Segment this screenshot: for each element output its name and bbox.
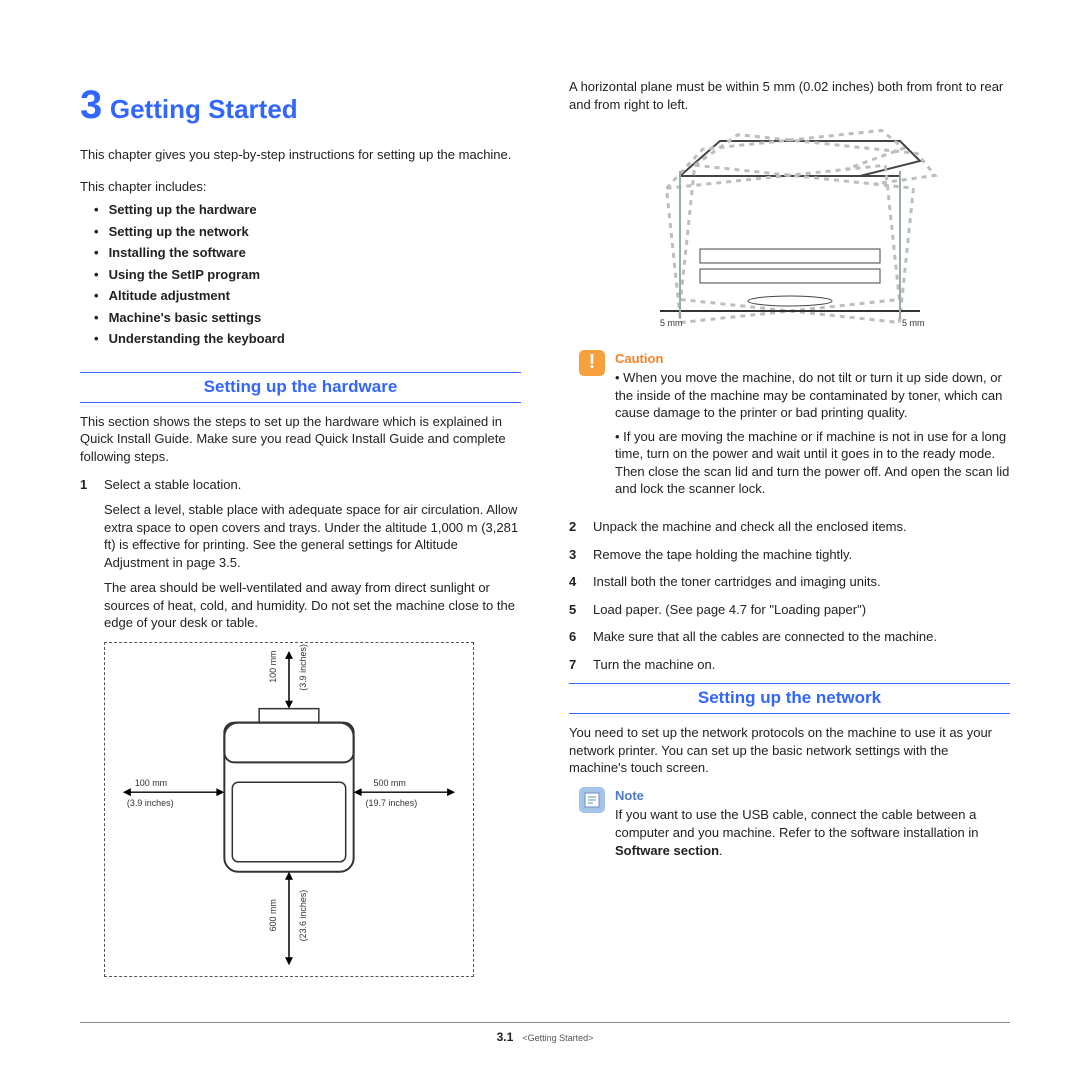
step-text: Remove the tape holding the machine tigh… (593, 546, 1010, 564)
dim-right-mm: 500 mm (374, 778, 406, 788)
level-diagram: 5 mm 5 mm (569, 121, 1010, 336)
step-number: 2 (569, 518, 581, 536)
step-text: Load paper. (See page 4.7 for "Loading p… (593, 601, 1010, 619)
step-text: Select a stable location. (104, 477, 241, 492)
section-intro: You need to set up the network protocols… (569, 724, 1010, 777)
caution-callout: ! Caution When you move the machine, do … (579, 350, 1010, 504)
step-number: 5 (569, 601, 581, 619)
note-callout: Note If you want to use the USB cable, c… (579, 787, 1010, 859)
chapter-toc: Setting up the hardware Setting up the n… (80, 201, 521, 348)
step-text: Install both the toner cartridges and im… (593, 573, 1010, 591)
toc-item[interactable]: Using the SetIP program (94, 266, 521, 284)
chapter-number: 3 (80, 83, 102, 127)
step-number: 6 (569, 628, 581, 646)
dim-bottom-mm: 600 mm (268, 899, 278, 931)
page-footer: 3.1 <Getting Started> (80, 1022, 1010, 1046)
footer-chapter: <Getting Started> (522, 1033, 593, 1043)
dim-left-in: (3.9 inches) (127, 798, 174, 808)
step-number: 3 (569, 546, 581, 564)
level-right-label: 5 mm (902, 318, 925, 328)
note-text: If you want to use the USB cable, connec… (615, 806, 1010, 859)
toc-item[interactable]: Understanding the keyboard (94, 330, 521, 348)
dim-top-in: (3.9 inches) (298, 644, 308, 691)
toc-item[interactable]: Installing the software (94, 244, 521, 262)
step-7: 7 Turn the machine on. (569, 656, 1010, 674)
level-left-label: 5 mm (660, 318, 683, 328)
step-1: 1 Select a stable location. Select a lev… (80, 476, 521, 632)
step-2: 2 Unpack the machine and check all the en… (569, 518, 1010, 536)
chapter-title: 3 Getting Started (80, 78, 521, 132)
section-heading-hardware: Setting up the hardware (80, 372, 521, 403)
step-detail: Select a level, stable place with adequa… (104, 501, 521, 571)
caution-icon: ! (579, 350, 605, 376)
toc-item[interactable]: Altitude adjustment (94, 287, 521, 305)
step-number: 4 (569, 573, 581, 591)
toc-item[interactable]: Setting up the network (94, 223, 521, 241)
step-text: Turn the machine on. (593, 656, 1010, 674)
caution-label: Caution (615, 350, 1010, 368)
step-number: 7 (569, 656, 581, 674)
includes-label: This chapter includes: (80, 178, 521, 196)
step-detail: The area should be well-ventilated and a… (104, 579, 521, 632)
dim-bottom-in: (23.6 inches) (298, 890, 308, 942)
step-4: 4 Install both the toner cartridges and i… (569, 573, 1010, 591)
horizontal-plane-text: A horizontal plane must be within 5 mm (… (569, 78, 1010, 113)
step-number: 1 (80, 476, 92, 632)
toc-item[interactable]: Machine's basic settings (94, 309, 521, 327)
chapter-name: Getting Started (110, 94, 298, 124)
note-body: If you want to use the USB cable, connec… (615, 807, 978, 840)
dim-top-mm: 100 mm (268, 650, 278, 682)
note-icon (579, 787, 605, 813)
caution-bullet: If you are moving the machine or if mach… (615, 428, 1010, 498)
chapter-intro: This chapter gives you step-by-step inst… (80, 146, 521, 164)
toc-item[interactable]: Setting up the hardware (94, 201, 521, 219)
clearance-diagram: 100 mm (3.9 inches) 100 mm (3.9 inches) … (104, 642, 474, 977)
step-3: 3 Remove the tape holding the machine tig… (569, 546, 1010, 564)
dim-left-mm: 100 mm (135, 778, 167, 788)
note-bold: Software section (615, 843, 719, 858)
page-number: 3.1 (497, 1030, 514, 1044)
section-intro: This section shows the steps to set up t… (80, 413, 521, 466)
note-label: Note (615, 787, 1010, 805)
section-heading-network: Setting up the network (569, 683, 1010, 714)
caution-bullet: When you move the machine, do not tilt o… (615, 369, 1010, 422)
step-text: Make sure that all the cables are connec… (593, 628, 1010, 646)
step-text: Unpack the machine and check all the enc… (593, 518, 1010, 536)
step-5: 5 Load paper. (See page 4.7 for "Loading … (569, 601, 1010, 619)
dim-right-in: (19.7 inches) (366, 798, 418, 808)
note-tail: . (719, 843, 723, 858)
step-6: 6 Make sure that all the cables are conne… (569, 628, 1010, 646)
